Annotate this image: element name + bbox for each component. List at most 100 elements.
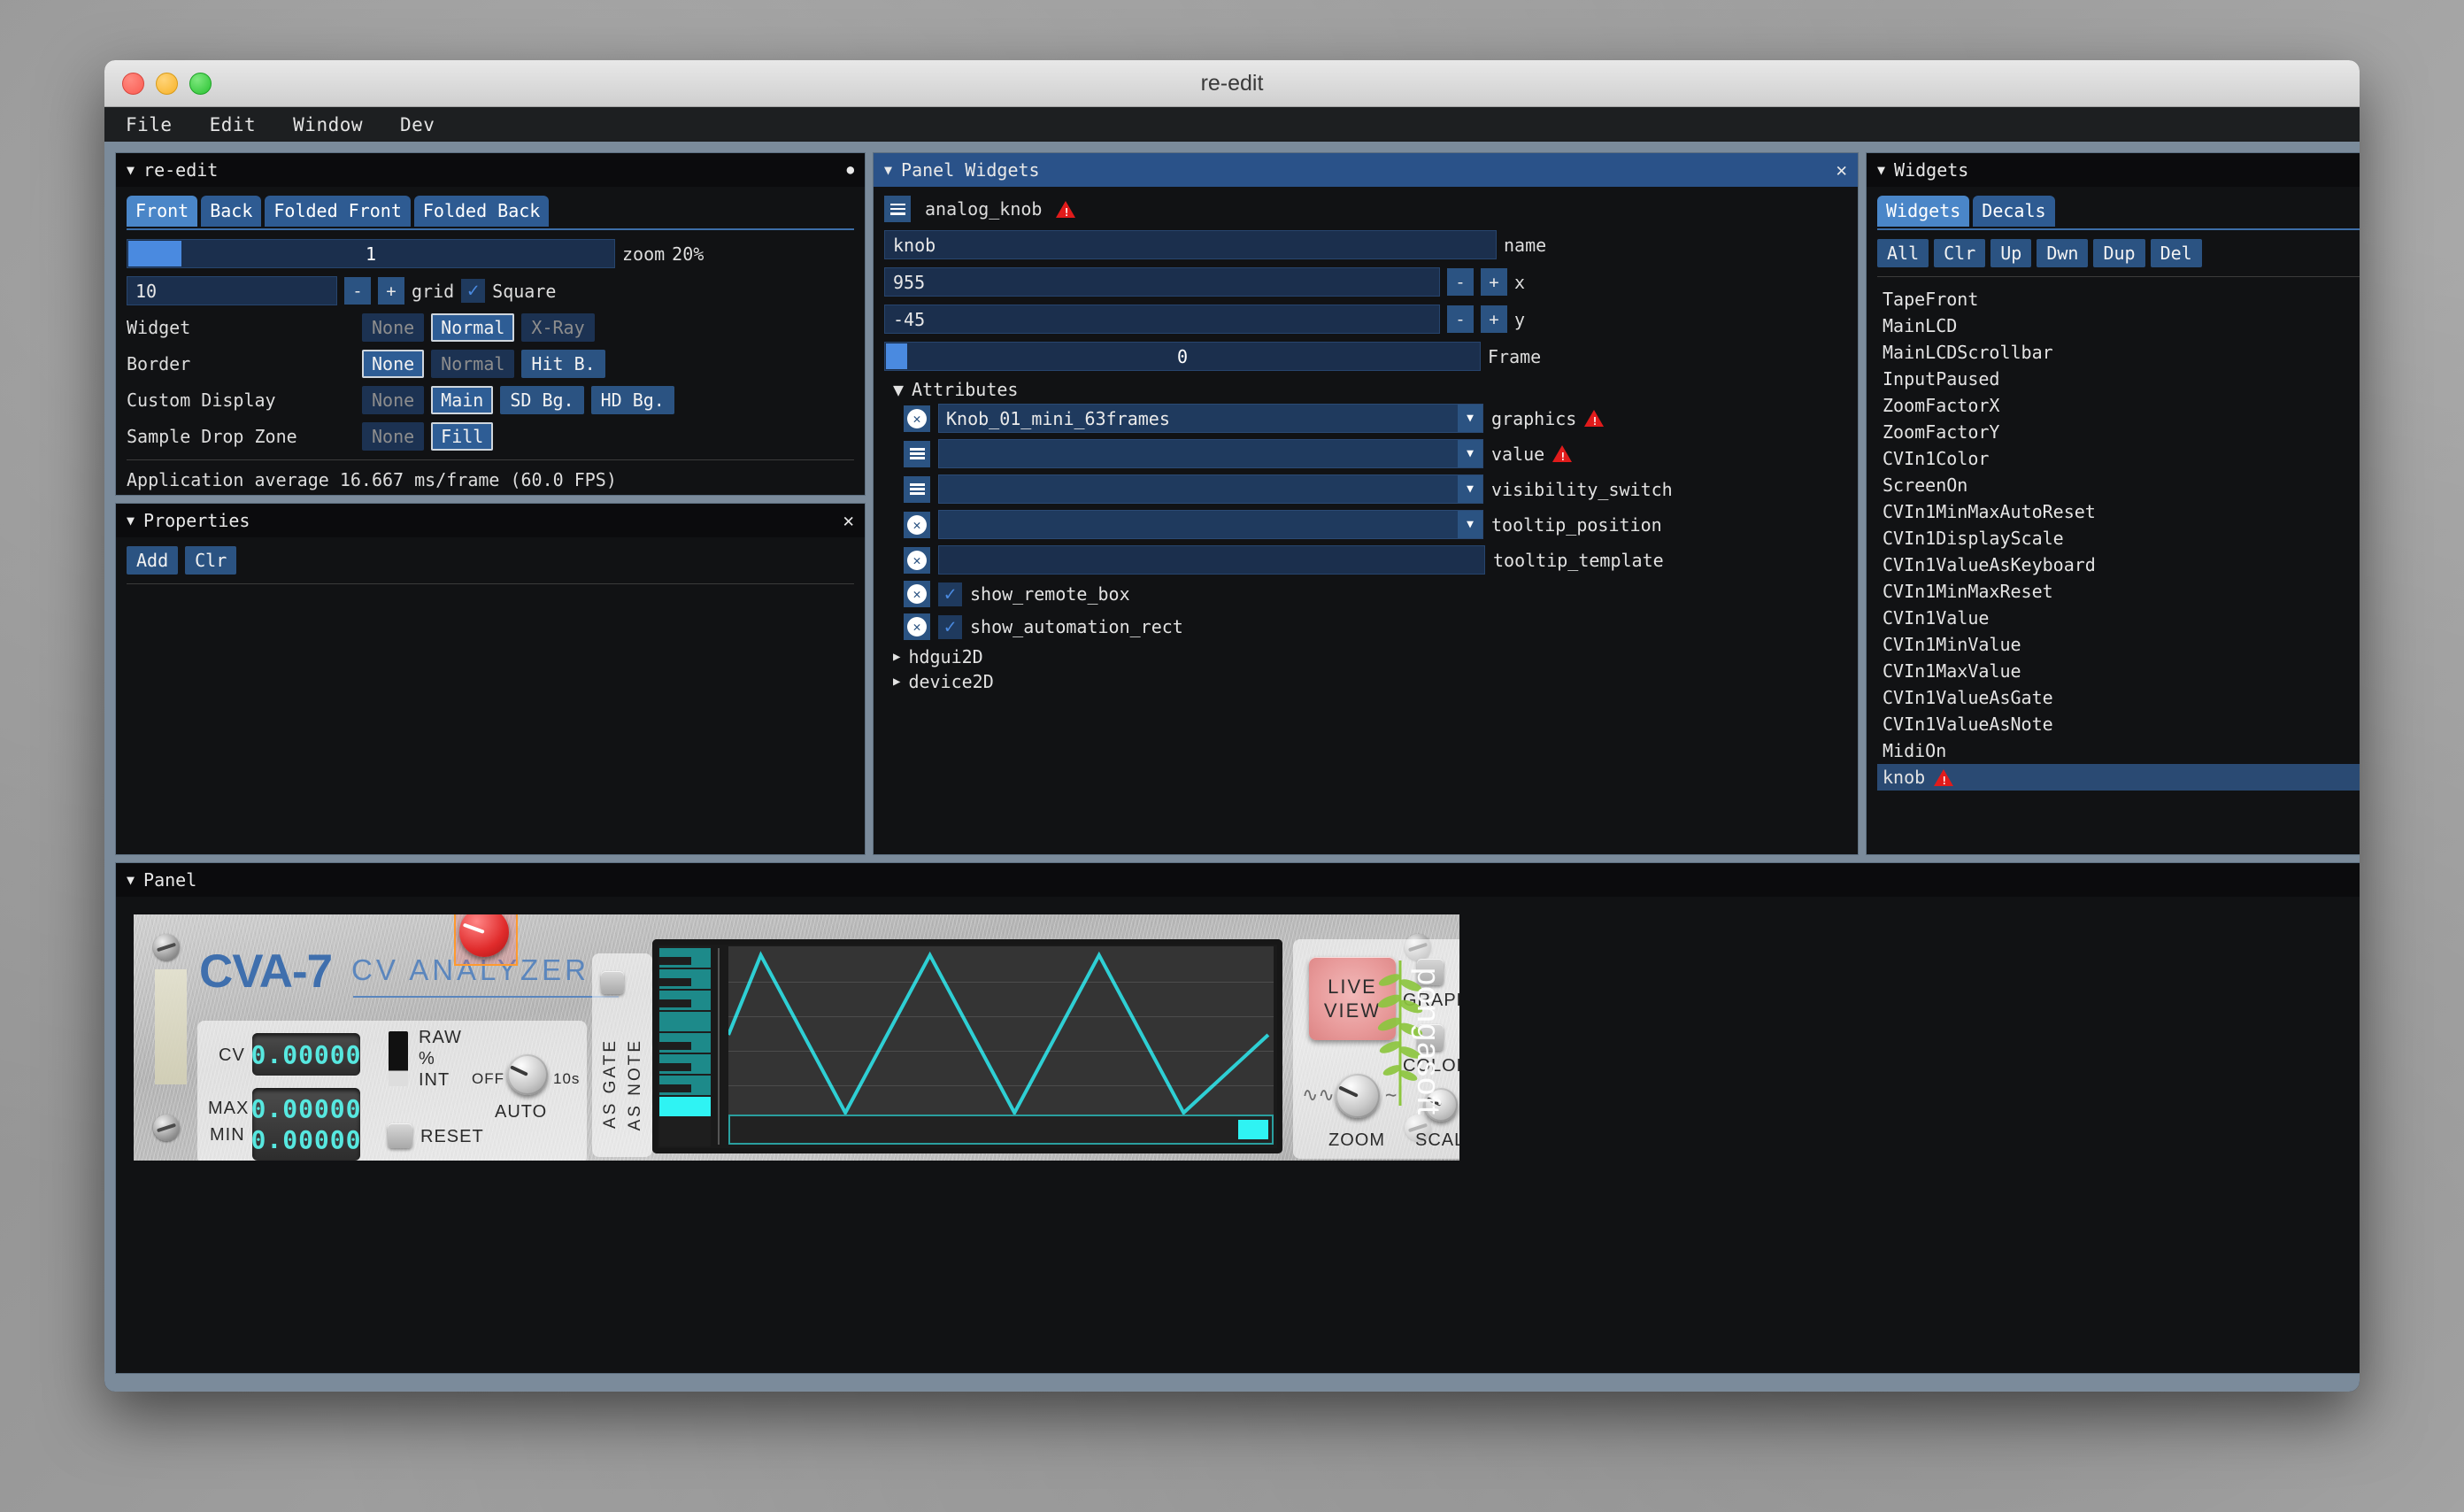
close-icon[interactable]: ✕	[843, 510, 854, 531]
reset-button[interactable]	[388, 1123, 412, 1148]
list-item[interactable]: CVIn1ValueAsKeyboard	[1877, 552, 2360, 578]
widget-y-input[interactable]: -45	[884, 305, 1440, 334]
widget-frame-slider[interactable]: 0	[884, 342, 1481, 371]
value-menu-button[interactable]	[904, 440, 930, 467]
graphics-combo[interactable]: Knob_01_mini_63frames ▼	[938, 404, 1483, 433]
widget-x-decrement-button[interactable]: -	[1447, 268, 1474, 296]
sample-drop-zone-option-fill[interactable]: Fill	[431, 422, 494, 451]
minimize-window-button[interactable]	[156, 72, 178, 95]
menubar[interactable]: File Edit Window Dev	[104, 107, 2360, 143]
tooltip-position-reset-button[interactable]: ✕	[904, 511, 930, 538]
tab-back[interactable]: Back	[201, 196, 262, 227]
widgets-list[interactable]: TapeFront MainLCD MainLCDScrollbar Input…	[1877, 286, 2360, 791]
list-item[interactable]: CVIn1DisplayScale	[1877, 525, 2360, 552]
grid-size-input[interactable]: 10	[127, 276, 337, 305]
tab-widgets[interactable]: Widgets	[1877, 196, 1970, 227]
menu-window[interactable]: Window	[293, 114, 363, 135]
value-combo[interactable]: ▼	[938, 439, 1483, 468]
chevron-down-icon[interactable]: ▼	[1877, 163, 1885, 177]
view-tabs[interactable]: Front Back Folded Front Folded Back	[127, 196, 854, 227]
border-option-normal[interactable]: Normal	[431, 350, 515, 378]
list-item[interactable]: CVIn1MinMaxReset	[1877, 578, 2360, 605]
custom-display-option-sd-bg[interactable]: SD Bg.	[500, 386, 584, 414]
widget-menu-button[interactable]	[884, 196, 911, 222]
grid-increment-button[interactable]: +	[378, 277, 404, 305]
show-remote-box-reset-button[interactable]: ✕	[904, 581, 930, 607]
visibility-switch-combo[interactable]: ▼	[938, 474, 1483, 504]
close-icon[interactable]: ✕	[1836, 159, 1847, 181]
window-controls[interactable]	[122, 72, 212, 95]
list-item[interactable]: CVIn1ValueAsNote	[1877, 711, 2360, 737]
show-remote-box-checkbox[interactable]: ✓	[938, 582, 962, 606]
tree-node-hdgui2d[interactable]: ▶ hdgui2D	[893, 646, 1847, 667]
chevron-down-icon[interactable]: ▼	[127, 513, 135, 528]
list-item[interactable]: TapeFront	[1877, 286, 2360, 312]
frame-slider-handle[interactable]	[886, 343, 907, 369]
zoom-slider-handle[interactable]	[128, 241, 181, 266]
tooltip-template-reset-button[interactable]: ✕	[904, 546, 930, 574]
device-front-panel[interactable]: CVA-7 CV ANALYZER CV 0.00000 MAX MIN 0.0…	[134, 914, 1459, 1161]
properties-panel-header[interactable]: ▼ Properties ✕	[116, 504, 865, 537]
tree-node-device2d[interactable]: ▶ device2D	[893, 671, 1847, 692]
menu-file[interactable]: File	[126, 114, 173, 135]
list-item[interactable]: CVIn1Value	[1877, 605, 2360, 631]
list-item[interactable]: MainLCD	[1877, 312, 2360, 339]
chevron-down-icon[interactable]: ▼	[893, 379, 904, 400]
delete-button[interactable]: Del	[2150, 239, 2202, 267]
reedit-panel-header[interactable]: ▼ re-edit ●	[116, 153, 865, 187]
list-item[interactable]: CVIn1ValueAsGate	[1877, 684, 2360, 711]
chevron-down-icon[interactable]: ▼	[127, 163, 135, 177]
show-automation-rect-reset-button[interactable]: ✕	[904, 613, 930, 640]
tab-front[interactable]: Front	[127, 196, 198, 227]
scope-display[interactable]	[652, 939, 1282, 1153]
close-window-button[interactable]	[122, 72, 144, 95]
list-item[interactable]: InputPaused	[1877, 366, 2360, 392]
widget-x-input[interactable]: 955	[884, 267, 1440, 297]
menu-dev[interactable]: Dev	[400, 114, 435, 135]
clear-properties-button[interactable]: Clr	[185, 546, 237, 575]
zoom-knob[interactable]	[1336, 1074, 1380, 1118]
maximize-window-button[interactable]	[189, 72, 212, 95]
custom-display-option-none[interactable]: None	[362, 386, 425, 414]
widget-name-input[interactable]: knob	[884, 230, 1497, 259]
list-item[interactable]: ZoomFactorX	[1877, 392, 2360, 419]
zoom-slider[interactable]: 1	[127, 239, 615, 268]
square-grid-checkbox[interactable]: ✓	[461, 279, 486, 303]
chevron-down-icon[interactable]: ▼	[884, 163, 892, 177]
list-item[interactable]: ScreenOn	[1877, 472, 2360, 498]
list-item[interactable]: MidiOn	[1877, 737, 2360, 764]
position-bar[interactable]	[728, 1115, 1274, 1145]
widget-y-increment-button[interactable]: +	[1481, 305, 1507, 333]
attributes-section-header[interactable]: ▼ Attributes	[893, 379, 1847, 400]
graphics-reset-button[interactable]: ✕	[904, 405, 930, 432]
grid-decrement-button[interactable]: -	[344, 277, 371, 305]
auto-knob[interactable]	[507, 1054, 548, 1095]
panel-widgets-header[interactable]: ▼ Panel Widgets ✕	[874, 153, 1858, 187]
list-item[interactable]: CVIn1MinValue	[1877, 631, 2360, 658]
chevron-down-icon[interactable]: ▼	[127, 873, 135, 887]
border-option-none[interactable]: None	[362, 350, 425, 378]
list-item-knob[interactable]: knob	[1877, 764, 2360, 791]
chevron-right-icon[interactable]: ▶	[893, 675, 900, 689]
list-item[interactable]: CVIn1MinMaxAutoReset	[1877, 498, 2360, 525]
widget-option-normal[interactable]: Normal	[431, 313, 515, 342]
chevron-down-icon[interactable]: ▼	[1458, 475, 1482, 503]
tab-folded-front[interactable]: Folded Front	[265, 196, 411, 227]
list-item[interactable]: MainLCDScrollbar	[1877, 339, 2360, 366]
chevron-down-icon[interactable]: ▼	[1458, 405, 1482, 432]
sample-drop-zone-option-none[interactable]: None	[362, 422, 425, 451]
chevron-down-icon[interactable]: ▼	[1458, 511, 1482, 538]
custom-display-option-hd-bg[interactable]: HD Bg.	[590, 386, 674, 414]
visibility-switch-menu-button[interactable]	[904, 475, 930, 503]
widget-x-increment-button[interactable]: +	[1481, 268, 1507, 296]
custom-display-option-main[interactable]: Main	[431, 386, 494, 414]
widget-option-none[interactable]: None	[362, 313, 425, 342]
chevron-down-icon[interactable]: ▼	[1458, 440, 1482, 467]
tooltip-position-combo[interactable]: ▼	[938, 510, 1483, 539]
clear-selection-button[interactable]: Clr	[1934, 239, 1986, 267]
widgets-panel-header[interactable]: ▼ Widgets ✕	[1867, 153, 2360, 187]
show-automation-rect-checkbox[interactable]: ✓	[938, 614, 962, 639]
mode-fader[interactable]	[389, 1031, 408, 1086]
widget-option-xray[interactable]: X-Ray	[521, 313, 595, 342]
menu-edit[interactable]: Edit	[210, 114, 257, 135]
